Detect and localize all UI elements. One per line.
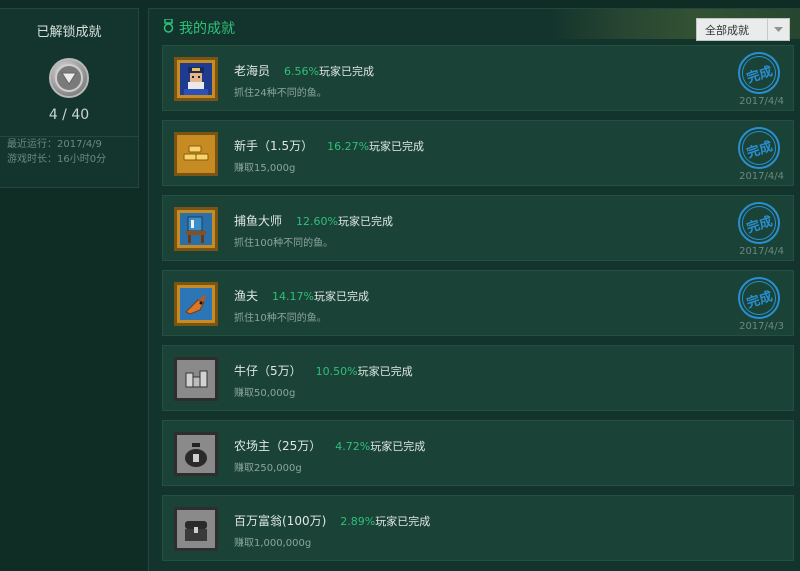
achievement-row[interactable]: 老海员 6.56%玩家已完成 抓住24种不同的鱼。 完成 2017/4/4 (162, 45, 794, 111)
achievement-description: 抓住100种不同的鱼。 (234, 238, 334, 249)
achievement-name-line: 捕鱼大师 12.60%玩家已完成 (234, 212, 393, 229)
achievement-name-line: 老海员 6.56%玩家已完成 (234, 62, 374, 79)
achievement-row[interactable]: 牛仔（5万） 10.50%玩家已完成 赚取50,000g (162, 345, 794, 411)
completion-percent: 14.17% (272, 290, 314, 303)
completion-percent: 16.27% (327, 140, 370, 153)
completion-percent: 4.72% (335, 440, 371, 453)
achievement-description: 赚取50,000g (234, 388, 296, 399)
completed-stamp: 完成 (737, 201, 781, 245)
achievement-list: 老海员 6.56%玩家已完成 抓住24种不同的鱼。 完成 2017/4/4 新手（… (162, 45, 794, 570)
completion-label: 玩家已完成 (318, 65, 374, 78)
completion-label: 玩家已完成 (357, 365, 413, 378)
fishing-chair-icon (174, 207, 218, 251)
achievement-name-line: 渔夫 14.17%玩家已完成 (234, 287, 369, 304)
achievement-name: 老海员 (234, 64, 271, 78)
stamp-text: 完成 (737, 201, 781, 245)
achievement-row[interactable]: 新手（1.5万） 16.27%玩家已完成 赚取15,000g 完成 2017/4/… (162, 120, 794, 186)
stamp-text: 完成 (737, 51, 781, 95)
unlocked-title: 已解锁成就 (36, 25, 102, 40)
achievement-name-line: 新手（1.5万） 16.27%玩家已完成 (234, 137, 424, 154)
treasure-chest-icon (174, 507, 218, 551)
achievement-description: 赚取1,000,000g (234, 538, 312, 549)
completion-label: 玩家已完成 (370, 440, 426, 453)
filter-selected-value: 全部成就 (705, 23, 749, 37)
completion-label: 玩家已完成 (375, 515, 431, 528)
gold-bars-icon (174, 132, 218, 176)
completion-label: 玩家已完成 (337, 215, 393, 228)
stamp-text: 完成 (737, 126, 781, 170)
completed-stamp: 完成 (737, 51, 781, 95)
down-triangle-medal-icon (49, 58, 89, 98)
achievement-description: 抓住10种不同的鱼。 (234, 313, 327, 324)
completion-label: 玩家已完成 (369, 140, 425, 153)
medal-icon (163, 18, 174, 37)
achievement-row[interactable]: 农场主（25万） 4.72%玩家已完成 赚取250,000g (162, 420, 794, 486)
completion-label: 玩家已完成 (313, 290, 369, 303)
stamp-text: 完成 (737, 276, 781, 320)
chevron-down-icon[interactable] (767, 19, 789, 40)
achievement-name: 百万富翁(100万) (234, 514, 327, 528)
completion-percent: 6.56% (284, 65, 319, 78)
achievement-row[interactable]: 百万富翁(100万) 2.89%玩家已完成 赚取1,000,000g (162, 495, 794, 561)
last-run-text: 最近运行：2017/4/9 (7, 139, 102, 150)
unlock-date: 2017/4/4 (739, 246, 784, 257)
achievement-name-line: 牛仔（5万） 10.50%玩家已完成 (234, 362, 413, 379)
achievement-description: 赚取15,000g (234, 163, 296, 174)
completion-percent: 10.50% (315, 365, 358, 378)
achievement-description: 抓住24种不同的鱼。 (234, 88, 327, 99)
achievement-name: 农场主（25万） (234, 439, 322, 453)
achievement-row[interactable]: 渔夫 14.17%玩家已完成 抓住10种不同的鱼。 完成 2017/4/3 (162, 270, 794, 336)
achievement-row[interactable]: 捕鱼大师 12.60%玩家已完成 抓住100种不同的鱼。 完成 2017/4/4 (162, 195, 794, 261)
completed-stamp: 完成 (737, 126, 781, 170)
completion-percent: 2.89% (340, 515, 376, 528)
coin-stacks-icon (174, 357, 218, 401)
fish-icon (174, 282, 218, 326)
achievement-name: 牛仔（5万） (234, 364, 302, 378)
achievement-name: 捕鱼大师 (234, 214, 283, 228)
completion-percent: 12.60% (296, 215, 338, 228)
old-sailor-icon (174, 57, 218, 101)
page-title: 我的成就 (163, 18, 235, 38)
achievement-name: 渔夫 (234, 289, 259, 303)
completed-stamp: 完成 (737, 276, 781, 320)
page-title-text: 我的成就 (179, 21, 235, 37)
unlock-date: 2017/4/4 (739, 171, 784, 182)
unlocked-summary-panel: 已解锁成就 4 / 40 最近运行：2017/4/9 游戏时长：16小时0分 (0, 8, 139, 188)
play-time-text: 游戏时长：16小时0分 (7, 154, 107, 165)
achievement-name: 新手（1.5万） (234, 139, 314, 153)
achievement-name-line: 百万富翁(100万) 2.89%玩家已完成 (234, 512, 430, 529)
money-bag-icon (174, 432, 218, 476)
unlock-date: 2017/4/3 (739, 321, 784, 332)
achievement-name-line: 农场主（25万） 4.72%玩家已完成 (234, 437, 425, 454)
unlocked-count: 4 / 40 (48, 107, 90, 123)
my-achievements-panel: 我的成就 全部成就 老海员 6.56%玩家已完成 抓住24种不同的鱼。 完成 2… (148, 8, 800, 571)
achievement-description: 赚取250,000g (234, 463, 302, 474)
unlock-date: 2017/4/4 (739, 96, 784, 107)
achievement-filter-select[interactable]: 全部成就 (696, 18, 790, 41)
